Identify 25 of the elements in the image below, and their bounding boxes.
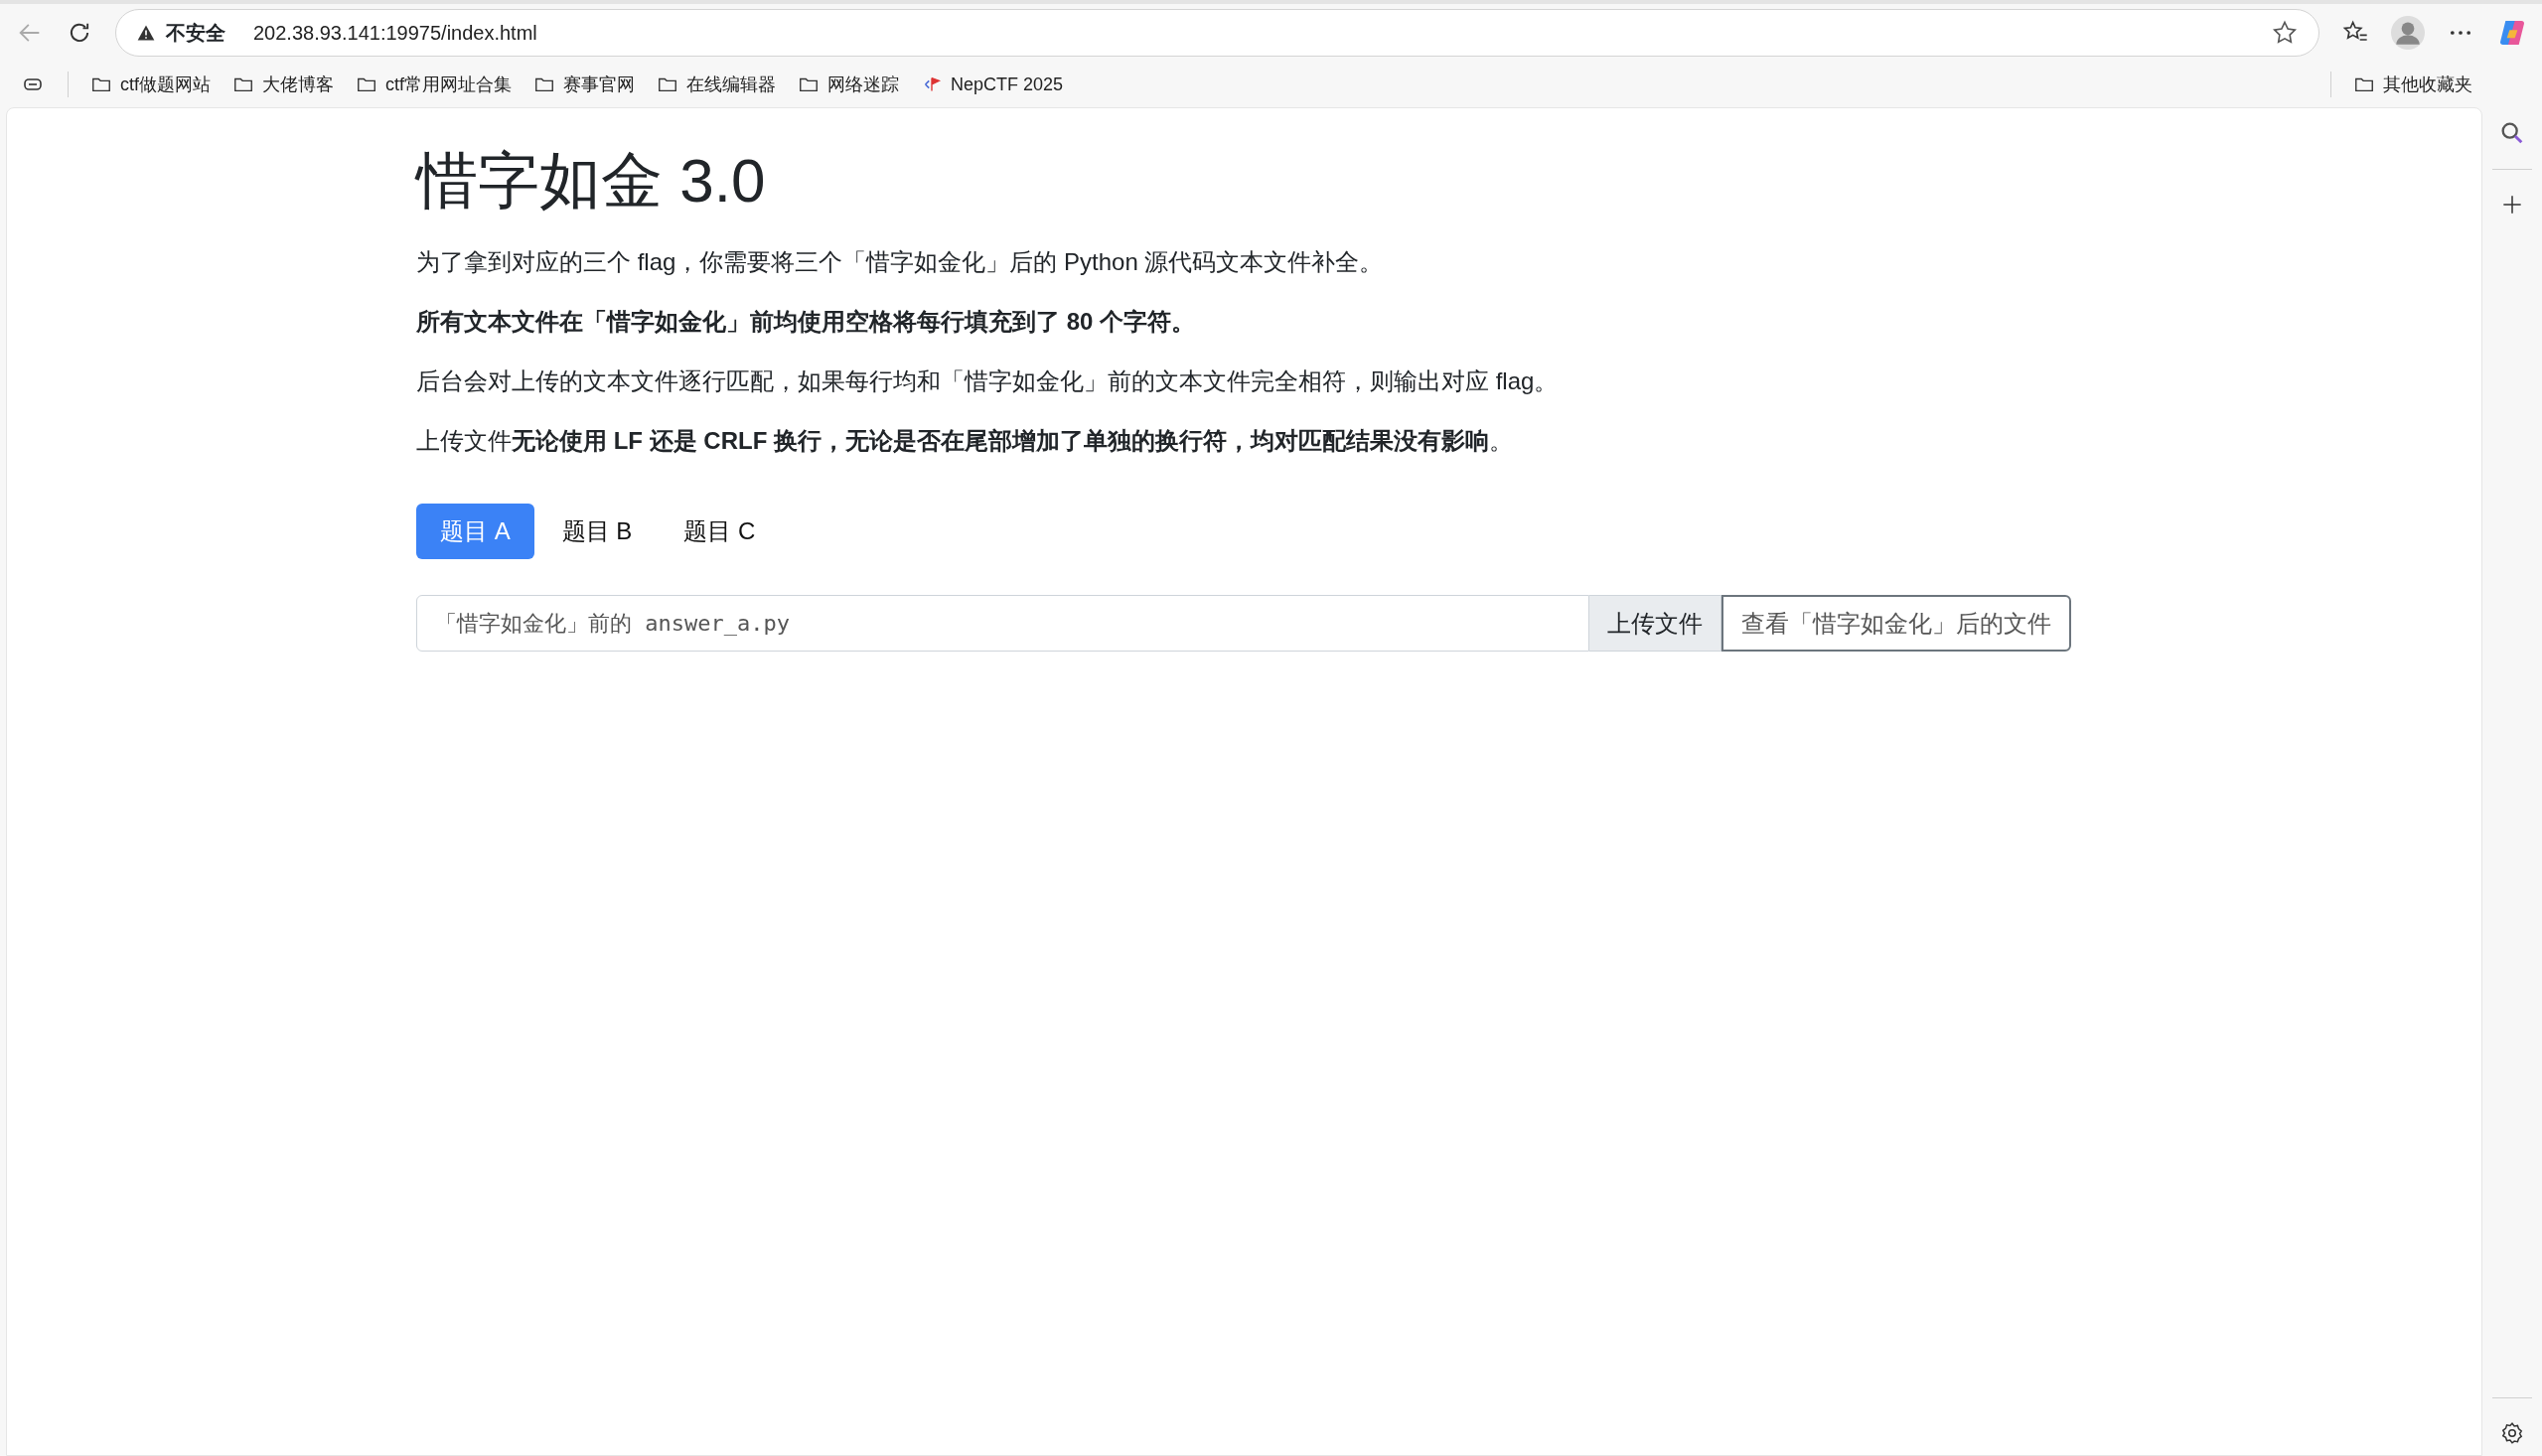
bookmark-item[interactable]: NepCTF 2025 (921, 73, 1064, 95)
tab[interactable]: 题目 B (537, 504, 657, 560)
settings-icon[interactable] (2499, 1420, 2525, 1446)
paragraph: 为了拿到对应的三个 flag，你需要将三个「惜字如金化」后的 Python 源代码文本文件补全。 (416, 247, 1385, 278)
security-label[interactable]: 不安全 (166, 19, 225, 47)
paragraph: 上传文件无论使用 LF 还是 CRLF 换行，无论是否在尾部增加了单独的换行符，均对匹配结果没有影响。 (416, 426, 1514, 457)
page-title: 惜字如金 3.0 (416, 145, 767, 217)
address-bar[interactable]: 不安全 202.38.93.141:19975/index.html (115, 9, 2319, 57)
bookmark-item[interactable]: 在线编辑器 (657, 73, 777, 96)
profile-avatar-icon[interactable] (2391, 16, 2425, 50)
view-file-button[interactable]: 查看「惜字如金化」后的文件 (1721, 595, 2071, 653)
tab[interactable]: 题目 A (416, 504, 534, 560)
bookmark-item[interactable]: ctf常用网址合集 (356, 73, 513, 96)
warning-icon (136, 23, 156, 43)
other-bookmarks-item[interactable]: 其他收藏夹 (2353, 73, 2472, 96)
tab[interactable]: 题目 C (660, 504, 780, 560)
bookmark-item[interactable]: 大佬博客 (232, 73, 334, 96)
paragraph: 所有文本文件在「惜字如金化」前均使用空格将每行填充到了 80 个字符。 (416, 307, 1197, 338)
paragraph: 后台会对上传的文本文件逐行匹配，如果每行均和「惜字如金化」前的文本文件完全相符，则输出对应 flag。 (416, 366, 1560, 397)
url-text[interactable]: 202.38.93.141:19975/index.html (253, 21, 537, 45)
upload-file-label[interactable]: 上传文件 (1589, 595, 1721, 653)
file-input-field[interactable]: 「惜字如金化」前的 answer_a.py (416, 595, 1589, 653)
bookmark-item[interactable]: ctf做题网站 (90, 73, 211, 96)
bookmark-item[interactable]: 赛事官网 (533, 73, 636, 96)
bookmark-item[interactable]: 网络迷踪 (798, 73, 900, 96)
